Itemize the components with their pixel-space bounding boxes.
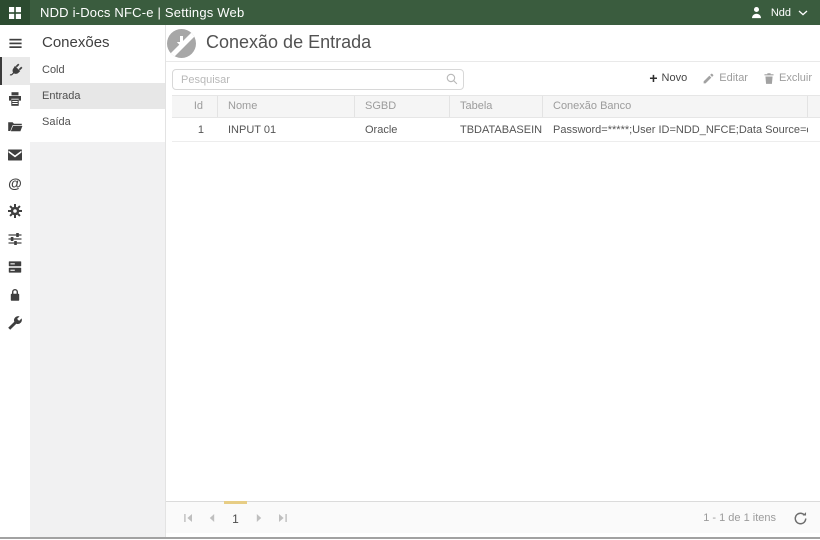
cell-id: 1 (197, 124, 204, 136)
download-circle-icon (167, 29, 196, 58)
last-page-button[interactable] (271, 502, 295, 533)
lock-icon[interactable] (0, 281, 30, 309)
grid-pager: 1 1 - 1 de 1 itens (166, 501, 820, 533)
page-title: Conexão de Entrada (206, 32, 372, 52)
app-title: NDD i-Docs NFC-e | Settings Web (40, 5, 245, 20)
first-page-button[interactable] (176, 502, 200, 533)
first-page-icon (184, 513, 192, 522)
trash-icon (764, 72, 774, 84)
envelope-icon[interactable] (0, 141, 30, 169)
pager-right: 1 - 1 de 1 itens (703, 502, 808, 534)
column-header-sgbd[interactable]: SGBD (355, 96, 450, 117)
gear-icon[interactable] (0, 197, 30, 225)
connections-sidebar: Conexões Cold Entrada Saída (30, 25, 166, 538)
next-page-icon (256, 513, 262, 522)
previous-page-icon (209, 513, 215, 522)
sidebar-item-saida[interactable]: Saída (30, 109, 165, 135)
waffle-grid-icon (9, 6, 21, 19)
cell-sgbd: Oracle (365, 124, 398, 136)
at-sign-icon[interactable]: @ (0, 169, 30, 197)
column-header-stub (808, 96, 820, 117)
wrench-icon[interactable] (0, 309, 30, 337)
sidebar-title: Conexões (42, 34, 110, 51)
top-app-bar: NDD i-Docs NFC-e | Settings Web Ndd (0, 0, 820, 25)
grid-toolbar: + Novo Editar Excluir (166, 62, 820, 95)
chevron-down-icon (798, 10, 808, 15)
search-icon[interactable] (445, 72, 459, 86)
user-name: Ndd (770, 6, 791, 19)
delete-button[interactable]: Excluir (763, 72, 812, 85)
grid-header-row: Id Nome SGBD Tabela Conexão Banco (172, 95, 820, 118)
next-page-button[interactable] (247, 502, 271, 533)
column-header-tabela[interactable]: Tabela (450, 96, 543, 117)
search-input[interactable] (172, 69, 464, 90)
icon-rail: @ (0, 25, 30, 538)
plus-icon: + (649, 70, 658, 86)
user-avatar-icon (751, 6, 761, 19)
window-bottom-edge (0, 537, 820, 539)
refresh-icon (794, 511, 807, 524)
sliders-icon[interactable] (0, 225, 30, 253)
search-box (172, 69, 464, 90)
last-page-icon (279, 513, 287, 522)
plug-connections-icon[interactable] (0, 57, 30, 85)
connections-menu: Conexões Cold Entrada Saída (30, 25, 165, 142)
data-grid: Id Nome SGBD Tabela Conexão Banco 1 INPU… (172, 95, 820, 142)
server-icon[interactable] (0, 253, 30, 281)
pencil-icon (703, 73, 714, 83)
column-header-conexao-banco[interactable]: Conexão Banco (543, 96, 808, 117)
previous-page-button[interactable] (200, 502, 224, 533)
cell-conexao-banco: Password=*****;User ID=NDD_NFCE;Data Sou… (553, 124, 808, 136)
table-row[interactable]: 1 INPUT 01 Oracle TBDATABASEINPUT Passwo… (172, 118, 820, 142)
sidebar-item-entrada[interactable]: Entrada (30, 83, 165, 109)
printer-icon[interactable] (0, 85, 30, 113)
settings-web-window: NDD i-Docs NFC-e | Settings Web Ndd @ Co… (0, 0, 820, 540)
column-header-nome[interactable]: Nome (218, 96, 355, 117)
folder-open-icon[interactable] (0, 113, 30, 141)
sidebar-item-cold[interactable]: Cold (30, 57, 165, 83)
cell-nome: INPUT 01 (228, 124, 277, 136)
user-menu[interactable]: Ndd (749, 0, 808, 25)
menu-icon[interactable] (0, 29, 30, 57)
new-button[interactable]: + Novo (649, 71, 687, 85)
pager-info: 1 - 1 de 1 itens (703, 512, 776, 524)
main-panel: Conexão de Entrada + Novo E (166, 25, 820, 538)
page-header: Conexão de Entrada (166, 25, 820, 62)
column-header-id[interactable]: Id (172, 96, 218, 117)
toolbar-buttons: + Novo Editar Excluir (649, 71, 812, 85)
app-launcher-button[interactable] (0, 0, 30, 25)
refresh-button[interactable] (793, 511, 808, 526)
cell-tabela: TBDATABASEINPUT (460, 124, 543, 136)
pager-buttons: 1 (176, 501, 295, 533)
current-page-button[interactable]: 1 (224, 501, 247, 533)
edit-button[interactable]: Editar (702, 72, 748, 85)
